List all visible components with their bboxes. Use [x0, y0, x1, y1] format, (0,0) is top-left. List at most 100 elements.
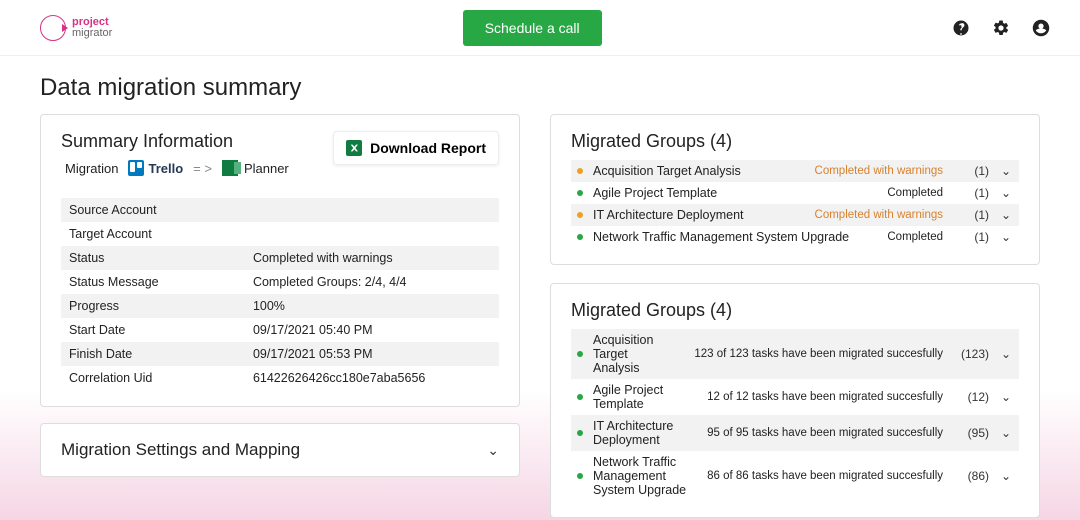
brand-line-1: project	[72, 17, 112, 28]
group-row[interactable]: IT Architecture Deployment 95 of 95 tasks…	[571, 415, 1019, 451]
status-dot-icon	[577, 190, 583, 196]
summary-key: Status Message	[61, 270, 245, 294]
summary-key: Progress	[61, 294, 245, 318]
status-dot-icon	[577, 168, 583, 174]
chevron-down-icon: ⌄	[487, 442, 499, 459]
group-status: Completed	[887, 187, 943, 199]
status-dot-icon	[577, 212, 583, 218]
summary-value: 09/17/2021 05:53 PM	[245, 342, 499, 366]
summary-header: Summary Information Migration Trello = >…	[61, 131, 499, 188]
summary-row: Start Date09/17/2021 05:40 PM	[61, 318, 499, 342]
header-center: Schedule a call	[112, 10, 952, 46]
excel-icon	[346, 140, 362, 156]
download-report-button[interactable]: Download Report	[333, 131, 499, 165]
summary-table: Source AccountTarget AccountStatusComple…	[61, 198, 499, 390]
group-count: (1)	[953, 230, 989, 244]
help-icon[interactable]	[952, 19, 970, 37]
group-status: 95 of 95 tasks have been migrated succes…	[707, 427, 943, 439]
chevron-down-icon[interactable]: ⌄	[999, 469, 1013, 483]
summary-row: Status MessageCompleted Groups: 2/4, 4/4	[61, 270, 499, 294]
left-column: Summary Information Migration Trello = >…	[40, 114, 520, 518]
status-dot-icon	[577, 430, 583, 436]
chevron-down-icon[interactable]: ⌄	[999, 164, 1013, 178]
group-row[interactable]: Agile Project Template 12 of 12 tasks hav…	[571, 379, 1019, 415]
groups-2-list: Acquisition Target Analysis 123 of 123 ta…	[571, 329, 1019, 501]
summary-value: 09/17/2021 05:40 PM	[245, 318, 499, 342]
group-name: Network Traffic Management System Upgrad…	[593, 455, 689, 497]
user-icon[interactable]	[1032, 19, 1050, 37]
schedule-call-button[interactable]: Schedule a call	[463, 10, 602, 46]
summary-key: Correlation Uid	[61, 366, 245, 390]
status-dot-icon	[577, 394, 583, 400]
chevron-down-icon[interactable]: ⌄	[999, 208, 1013, 222]
groups-panel-2-title: Migrated Groups (4)	[571, 300, 1019, 321]
groups-panel-1: Migrated Groups (4) Acquisition Target A…	[550, 114, 1040, 265]
chevron-down-icon[interactable]: ⌄	[999, 230, 1013, 244]
columns: Summary Information Migration Trello = >…	[40, 114, 1040, 518]
summary-row: Finish Date09/17/2021 05:53 PM	[61, 342, 499, 366]
download-report-label: Download Report	[370, 140, 486, 156]
settings-title: Migration Settings and Mapping	[61, 440, 300, 460]
group-count: (123)	[953, 347, 989, 361]
group-count: (95)	[953, 426, 989, 440]
source-app-badge: Trello	[128, 160, 183, 176]
status-dot-icon	[577, 473, 583, 479]
summary-key: Target Account	[61, 222, 245, 246]
trello-icon	[128, 160, 144, 176]
summary-key: Finish Date	[61, 342, 245, 366]
chevron-down-icon[interactable]: ⌄	[999, 390, 1013, 404]
target-app-label: Planner	[244, 161, 289, 176]
summary-title: Summary Information	[61, 131, 289, 152]
summary-key: Start Date	[61, 318, 245, 342]
arrow-icon: = >	[193, 161, 212, 176]
status-dot-icon	[577, 234, 583, 240]
summary-key: Status	[61, 246, 245, 270]
page-title: Data migration summary	[40, 74, 1040, 102]
group-count: (1)	[953, 186, 989, 200]
summary-row: Progress100%	[61, 294, 499, 318]
group-status: Completed with warnings	[815, 209, 943, 221]
summary-row: Target Account	[61, 222, 499, 246]
planner-icon	[222, 160, 238, 176]
summary-row: Source Account	[61, 198, 499, 222]
group-name: IT Architecture Deployment	[593, 419, 689, 447]
right-column: Migrated Groups (4) Acquisition Target A…	[550, 114, 1040, 518]
summary-row: StatusCompleted with warnings	[61, 246, 499, 270]
summary-row: Correlation Uid61422626426cc180e7aba5656	[61, 366, 499, 390]
summary-value: Completed Groups: 2/4, 4/4	[245, 270, 499, 294]
summary-panel: Summary Information Migration Trello = >…	[40, 114, 520, 407]
group-name: Network Traffic Management System Upgrad…	[593, 230, 869, 244]
group-name: Acquisition Target Analysis	[593, 164, 797, 178]
group-row[interactable]: Agile Project TemplateCompleted(1)⌄	[571, 182, 1019, 204]
brand-logo-icon	[40, 15, 66, 41]
settings-panel[interactable]: Migration Settings and Mapping ⌄	[40, 423, 520, 477]
group-row[interactable]: Network Traffic Management System Upgrad…	[571, 226, 1019, 248]
group-row[interactable]: IT Architecture DeploymentCompleted with…	[571, 204, 1019, 226]
group-name: Agile Project Template	[593, 383, 689, 411]
groups-panel-1-title: Migrated Groups (4)	[571, 131, 1019, 152]
summary-value	[245, 198, 499, 222]
gear-icon[interactable]	[992, 19, 1010, 37]
group-count: (86)	[953, 469, 989, 483]
summary-key: Source Account	[61, 198, 245, 222]
brand-logo[interactable]: project migrator	[40, 15, 112, 41]
group-row[interactable]: Acquisition Target AnalysisCompleted wit…	[571, 160, 1019, 182]
status-dot-icon	[577, 351, 583, 357]
group-status: 12 of 12 tasks have been migrated succes…	[707, 391, 943, 403]
group-status: 123 of 123 tasks have been migrated succ…	[694, 348, 943, 360]
chevron-down-icon[interactable]: ⌄	[999, 426, 1013, 440]
chevron-down-icon[interactable]: ⌄	[999, 347, 1013, 361]
group-name: Acquisition Target Analysis	[593, 333, 676, 375]
group-status: 86 of 86 tasks have been migrated succes…	[707, 470, 943, 482]
group-count: (12)	[953, 390, 989, 404]
group-row[interactable]: Network Traffic Management System Upgrad…	[571, 451, 1019, 501]
group-row[interactable]: Acquisition Target Analysis 123 of 123 ta…	[571, 329, 1019, 379]
summary-value	[245, 222, 499, 246]
chevron-down-icon[interactable]: ⌄	[999, 186, 1013, 200]
migration-label: Migration	[65, 161, 118, 176]
brand-logo-text: project migrator	[72, 17, 112, 39]
header-actions	[952, 19, 1050, 37]
brand-line-2: migrator	[72, 28, 112, 39]
migration-row: Migration Trello = > Planner	[65, 160, 289, 176]
summary-value: 61422626426cc180e7aba5656	[245, 366, 499, 390]
